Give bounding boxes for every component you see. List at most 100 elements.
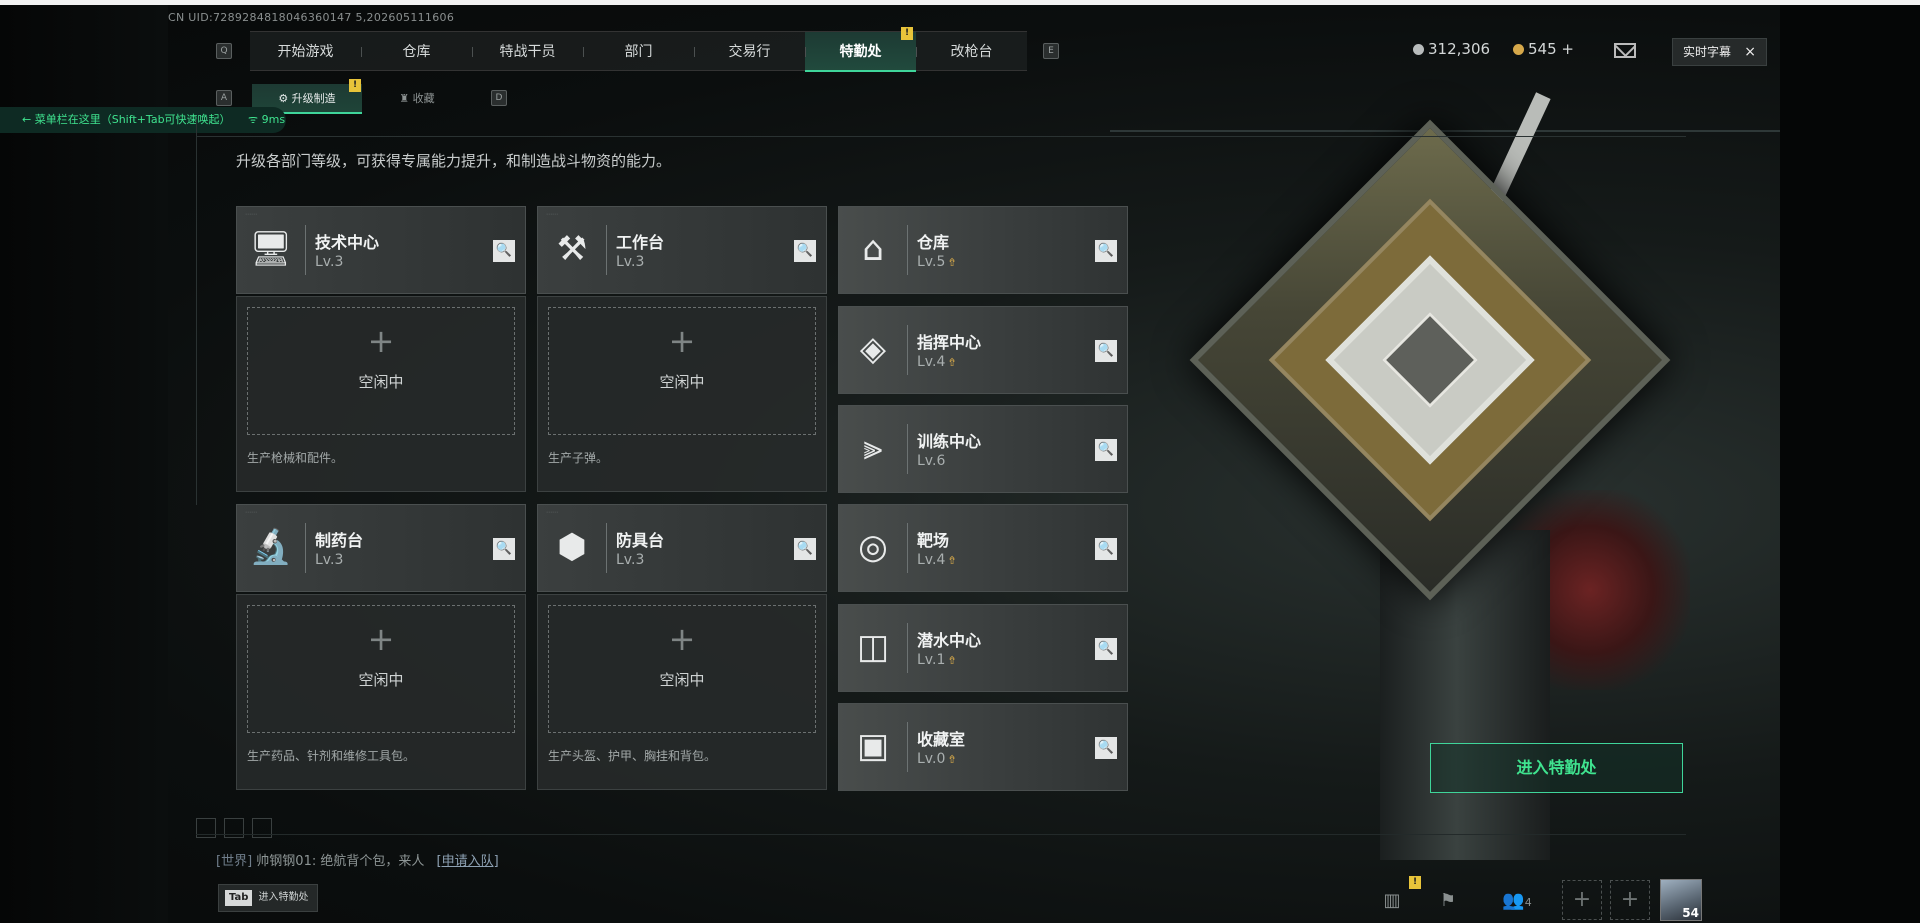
card-warehouse[interactable]: ⌂ 仓库 Lv.5 ⇮ 🔍 [838,206,1128,294]
dept-level-row: Lv.1 ⇮ [917,652,957,668]
gold-currency: 545 + [1513,40,1574,58]
special-ops-alert-badge: ! [901,27,913,40]
tab-start-game[interactable]: 开始游戏 [250,32,361,72]
dept-name: 仓库 [917,233,950,252]
dept-name: 潜水中心 [917,631,982,650]
key-hint-e: E [1043,43,1059,59]
stats-chart-icon[interactable]: ▥ [1374,886,1410,916]
dept-level: Lv.0 [917,751,946,767]
tab-enter-special-ops-button[interactable]: Tab 进入特勤处 [218,884,318,912]
search-icon[interactable]: 🔍 [794,240,816,262]
separator [907,424,908,474]
slot-status: 空闲中 [358,671,404,689]
card-tech-center[interactable]: ⋯⋯ 🖥 技术中心 Lv.3 🔍 [236,206,526,294]
square-icon[interactable] [224,818,244,838]
add-gold-button[interactable]: + [1561,40,1574,58]
flag-icon[interactable]: ⚑ [1430,886,1466,916]
enter-special-ops-button[interactable]: 进入特勤处 [1430,743,1683,793]
page-description: 升级各部门等级，可获得专属能力提升，和制造战斗物资的能力。 [236,152,672,170]
search-icon[interactable]: 🔍 [1095,538,1117,560]
tab-warehouse[interactable]: 仓库 [361,32,472,72]
dept-level: Lv.3 [315,254,344,270]
production-slot-armor-bench[interactable]: + 空闲中 生产头盔、护甲、胸挂和背包。 [537,594,827,790]
separator [907,225,908,275]
card-workbench[interactable]: ⋯⋯ ⚒ 工作台 Lv.3 🔍 [537,206,827,294]
square-icon[interactable] [196,818,216,838]
card-pharmacy[interactable]: ⋯⋯ 🔬 制药台 Lv.3 🔍 [236,504,526,592]
tab-trading[interactable]: 交易行 [694,32,805,72]
card-training-center[interactable]: ⫸ 训练中心 Lv.6 🔍 [838,405,1128,493]
divider [196,834,1686,835]
production-slot-pharmacy[interactable]: + 空闲中 生产药品、针剂和维修工具包。 [236,594,526,790]
separator [907,623,908,673]
add-squad-slot-button[interactable]: + [1610,880,1650,920]
search-icon[interactable]: 🔍 [794,538,816,560]
close-icon[interactable]: × [1744,39,1756,65]
card-collection-room[interactable]: ▣ 收藏室 Lv.0 ⇮ 🔍 [838,703,1128,791]
search-icon[interactable]: 🔍 [1095,737,1117,759]
tab-gunsmith[interactable]: 改枪台 [916,32,1027,72]
subtab-collection[interactable]: ♜ 收藏 [362,84,472,114]
card-shooting-range[interactable]: ◎ 靶场 Lv.4 ⇮ 🔍 [838,504,1128,592]
tab-departments[interactable]: 部门 [583,32,694,72]
card-tag: ⋯⋯ [245,211,257,218]
dept-level-row: Lv.4 ⇮ [917,552,957,568]
add-squad-slot-button[interactable]: + [1562,880,1602,920]
left-shade [0,5,168,923]
slot-status: 空闲中 [659,671,705,689]
dept-level: Lv.4 [917,552,946,568]
pillar [1380,530,1550,860]
stats-alert-badge: ! [1409,876,1421,889]
tab-special-ops[interactable]: 特勤处 [805,32,916,72]
silver-coin-icon [1413,44,1424,55]
subtab-label: 收藏 [412,92,435,105]
dept-name: 技术中心 [315,233,380,252]
plus-icon: + [668,620,696,658]
key-hint-d: D [491,90,507,106]
gold-amount: 545 [1528,40,1557,58]
mail-icon[interactable] [1614,43,1636,58]
separator [606,225,607,275]
menu-hint-toast[interactable]: ← 菜单栏在这里（Shift+Tab可快速唤起） ᯤ 9ms [0,107,286,133]
search-icon[interactable]: 🔍 [1095,340,1117,362]
production-slot-tech-center[interactable]: + 空闲中 生产枪械和配件。 [236,296,526,492]
card-command-center[interactable]: ◈ 指挥中心 Lv.4 ⇮ 🔍 [838,306,1128,394]
tab-operators[interactable]: 特战干员 [472,32,583,72]
slot-status: 空闲中 [659,373,705,391]
command-center-icon: ◈ [859,329,887,369]
dept-level: Lv.3 [315,552,344,568]
plus-icon: + [367,620,395,658]
avatar[interactable]: 54 [1660,879,1702,921]
card-tag: ⋯⋯ [546,211,558,218]
special-ops-cube-artwork [1110,60,1780,860]
separator [305,523,306,573]
silver-amount: 312,306 [1428,40,1491,58]
gold-coin-icon [1513,44,1524,55]
dept-level: Lv.3 [616,254,645,270]
separator [907,523,908,573]
card-armor-bench[interactable]: ⋯⋯ ⬢ 防具台 Lv.3 🔍 [537,504,827,592]
apply-join-link[interactable]: [申请入队] [437,854,499,869]
slot-caption: 生产头盔、护甲、胸挂和背包。 [548,749,717,763]
key-hint-q: Q [216,43,232,59]
production-slot-workbench[interactable]: + 空闲中 生产子弹。 [537,296,827,492]
computer-icon: 🖥 [249,229,293,269]
world-chat-line[interactable]: [世界] 帅钢钢01: 绝航背个包，来人 [申请入队] [216,850,499,869]
live-subtitle-button[interactable]: 实时字幕 × [1672,38,1767,66]
search-icon[interactable]: 🔍 [1095,638,1117,660]
friends-button[interactable]: 👥4 [1492,886,1542,916]
trophy-icon: ♜ [399,92,413,105]
upgrade-arrow-icon: ⇮ [947,753,957,766]
card-diving-center[interactable]: ◫ 潜水中心 Lv.1 ⇮ 🔍 [838,604,1128,692]
square-icon[interactable] [252,818,272,838]
upgrade-arrow-icon: ⇮ [947,654,957,667]
upgrade-arrow-icon: ⇮ [947,256,957,269]
search-icon[interactable]: 🔍 [1095,439,1117,461]
search-icon[interactable]: 🔍 [493,240,515,262]
dept-name: 收藏室 [917,730,966,749]
ping-value: 9ms [261,113,286,126]
search-icon[interactable]: 🔍 [1095,240,1117,262]
dept-name: 训练中心 [917,432,982,451]
search-icon[interactable]: 🔍 [493,538,515,560]
dept-level: Lv.5 [917,254,946,270]
